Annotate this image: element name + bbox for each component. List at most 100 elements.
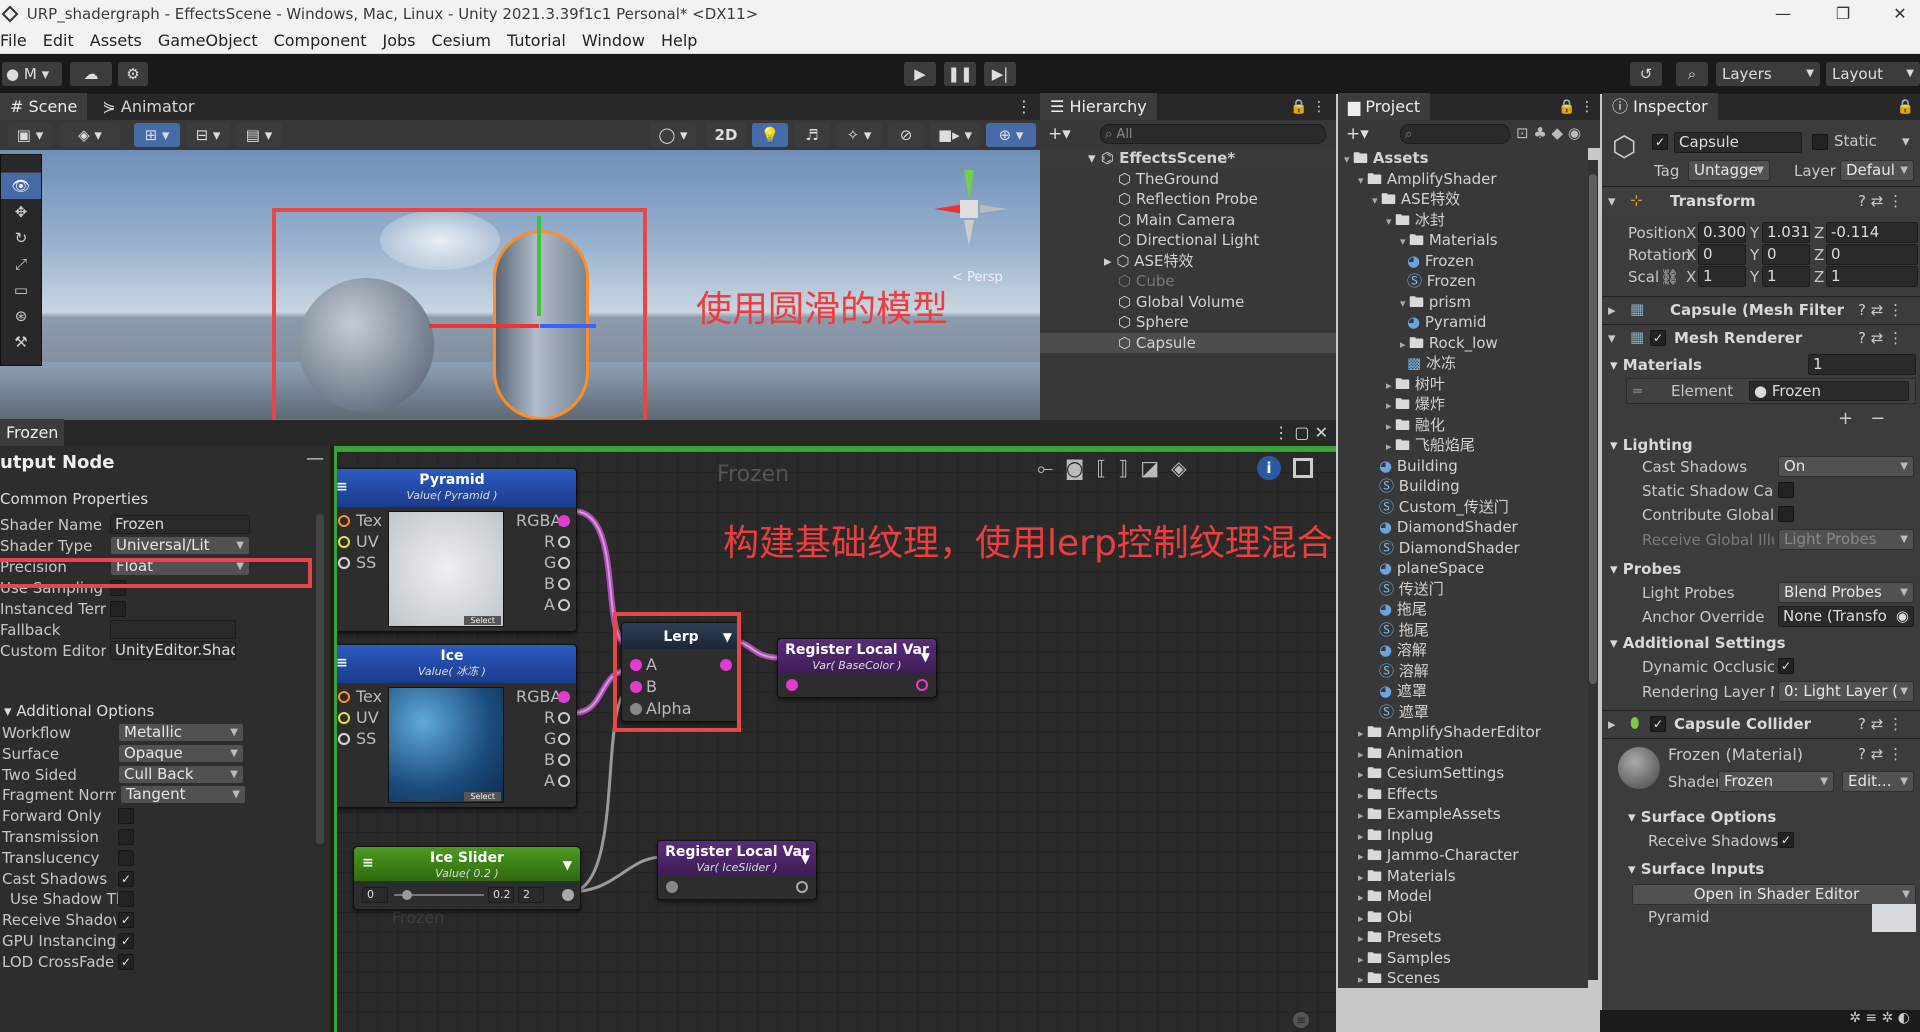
project-item[interactable]: ▸ 🖿 Animation <box>1338 743 1588 764</box>
ase-prop-value[interactable]: Universal/Lit <box>110 536 250 555</box>
menu-file[interactable]: File <box>0 31 35 50</box>
slider-value-field[interactable]: 0.2 <box>488 887 514 903</box>
hierarchy-add-icon[interactable]: +▾ <box>1048 124 1071 144</box>
select-texture-button[interactable]: Select <box>464 616 501 625</box>
project-item[interactable]: ◕ Frozen <box>1338 251 1588 272</box>
rotation-y-field[interactable]: 0 <box>1762 244 1810 265</box>
materials-foldout[interactable]: ▾ Materials <box>1610 356 1702 374</box>
anchor-override-field[interactable]: None (Transfo ◉ <box>1778 606 1914 627</box>
move-tool-icon[interactable]: ✥ <box>1 199 41 225</box>
project-item[interactable]: ▸ 🖿 Presets <box>1338 927 1588 948</box>
ase-option-value[interactable]: Metallic <box>118 723 244 742</box>
ase-option-value[interactable]: ✓ <box>118 933 134 949</box>
materials-count-field[interactable]: 1 <box>1808 354 1916 375</box>
project-item[interactable]: Ⓢ 遮罩 <box>1338 702 1588 723</box>
project-item[interactable]: Ⓢ DiamondShader <box>1338 538 1588 559</box>
persp-label[interactable]: < Persp <box>952 270 1003 285</box>
step-button[interactable]: ▶| <box>984 62 1016 86</box>
r-output-port[interactable] <box>558 712 570 724</box>
static-shadow-checkbox[interactable] <box>1778 482 1794 498</box>
camera-dropdown-icon[interactable]: ■▸ ▾ <box>930 123 980 147</box>
tab-inspector[interactable]: ⓘ Inspector <box>1602 93 1718 120</box>
ase-option-value[interactable] <box>118 849 134 866</box>
scale-y-field[interactable]: 1 <box>1762 266 1810 287</box>
lighting-foldout[interactable]: ▾ Lighting <box>1610 436 1693 454</box>
hierarchy-item-theground[interactable]: ⬡ TheGround <box>1040 169 1336 190</box>
menu-help[interactable]: Help <box>653 31 705 50</box>
node-menu-icon[interactable]: ≡ <box>337 655 348 671</box>
register-basecolor-header[interactable]: Register Local Var Var( BaseColor ) ▼ <box>778 639 936 673</box>
ase-option-value[interactable] <box>118 808 134 825</box>
project-item[interactable]: ▸ 🖿 Materials <box>1338 866 1588 887</box>
rgba-output-port[interactable] <box>558 515 570 527</box>
static-dropdown-icon[interactable]: ▾ <box>1902 132 1910 150</box>
ice-slider-header[interactable]: ≡ Ice Slider Value( 0.2 ) ▼ <box>354 847 580 881</box>
project-item[interactable]: ▾ 🖿 冰封 <box>1338 210 1588 231</box>
rotate-tool-icon[interactable]: ↻ <box>1 225 41 251</box>
mesh-renderer-header[interactable]: ▾ ▦ ✓ Mesh Renderer ? ⇄ ⋮ <box>1602 324 1920 350</box>
menu-window[interactable]: Window <box>574 31 653 50</box>
mesh-renderer-checkbox[interactable]: ✓ <box>1650 330 1666 346</box>
view-tool-icon[interactable]: 👁 <box>1 173 41 199</box>
fold-arrow-icon[interactable]: ▸ <box>1400 338 1409 351</box>
project-item[interactable]: ▸ 🖿 Obi <box>1338 907 1588 928</box>
account-dropdown[interactable]: ● M ▾ <box>2 62 62 86</box>
project-item[interactable]: ▾ 🖿 Assets <box>1338 148 1588 169</box>
dynamic-occlusion-checkbox[interactable]: ✓ <box>1778 658 1794 674</box>
pyramid-node-header[interactable]: ≡ Pyramid Value( Pyramid ) <box>337 469 576 507</box>
project-item[interactable]: Ⓢ Frozen <box>1338 271 1588 292</box>
menu-gameobject[interactable]: GameObject <box>150 31 266 50</box>
fold-arrow-icon[interactable]: ▸ <box>1358 871 1367 884</box>
additional-options-header[interactable]: ▾ Additional Options <box>4 702 154 720</box>
ase-option-value[interactable]: Opaque <box>118 743 244 763</box>
menu-cesium[interactable]: Cesium <box>423 31 499 50</box>
fold-arrow-icon[interactable]: ▸ <box>1358 748 1367 761</box>
position-x-field[interactable]: 0.300 <box>1698 222 1746 243</box>
receive-shadows-checkbox[interactable]: ✓ <box>1778 832 1794 848</box>
hierarchy-search-input[interactable]: ⌕ All <box>1100 124 1326 144</box>
ase-option-value[interactable] <box>118 891 134 908</box>
hierarchy-item-capsule[interactable]: ⬡ Capsule <box>1040 332 1336 353</box>
ice-slider-node[interactable]: ≡ Ice Slider Value( 0.2 ) ▼ 0 0.2 2 <box>353 846 581 910</box>
ice-slider-output-port[interactable] <box>562 889 574 901</box>
hierarchy-item-directional-light[interactable]: ⬡ Directional Light <box>1040 230 1336 251</box>
fold-arrow-icon[interactable]: ▸ <box>1358 973 1367 986</box>
lighting-toggle-icon[interactable]: 💡 <box>752 123 788 147</box>
static-checkbox[interactable] <box>1812 134 1828 150</box>
project-item[interactable]: ▸ 🖿 树叶 <box>1338 374 1588 395</box>
material-menu-icons[interactable]: ? ⇄ ⋮ <box>1858 745 1903 763</box>
layer-dropdown[interactable]: Defaul <box>1840 160 1914 181</box>
project-item[interactable]: Ⓢ 拖尾 <box>1338 620 1588 641</box>
a-output-port[interactable] <box>558 775 570 787</box>
fold-arrow-icon[interactable]: ▸ <box>1386 379 1395 392</box>
project-item[interactable]: ◕ 拖尾 <box>1338 599 1588 620</box>
fold-arrow-icon[interactable]: ▾ <box>1400 297 1409 310</box>
fold-arrow-icon[interactable]: ▸ <box>1358 850 1367 863</box>
fold-arrow-icon[interactable]: ▸ <box>1358 768 1367 781</box>
ice-node-header[interactable]: ≡ Ice Value( 冰冻 ) <box>337 645 576 683</box>
draw-mode-dropdown[interactable]: ▣ ▾ <box>8 123 52 147</box>
object-name-field[interactable]: Capsule <box>1674 132 1802 153</box>
project-item[interactable]: ▾ 🖿 ASE特效 <box>1338 189 1588 210</box>
fold-arrow-icon[interactable]: ▸ <box>1358 809 1367 822</box>
cloud-icon[interactable]: ☁ <box>70 62 112 86</box>
custom-tool-icon[interactable]: ⚒ <box>1 329 41 355</box>
tab-project[interactable]: ▆ Project <box>1338 93 1431 120</box>
transform-header[interactable]: ▾ ⊹ Transform ? ⇄ ⋮ <box>1602 186 1920 214</box>
uv-input-port[interactable] <box>338 536 350 548</box>
capsule-collider-checkbox[interactable]: ✓ <box>1650 716 1666 732</box>
receive-gi-dropdown[interactable]: Light Probes <box>1778 529 1914 550</box>
component-menu-icons[interactable]: ? ⇄ ⋮ <box>1858 301 1903 319</box>
r-output-port[interactable] <box>558 536 570 548</box>
project-filter-icons[interactable]: ⊡ ♣ ◆ ◉ <box>1516 124 1581 142</box>
register-basecolor-output-port[interactable] <box>916 679 928 691</box>
fold-arrow-icon[interactable]: ▾ <box>1400 235 1409 248</box>
menu-component[interactable]: Component <box>266 31 375 50</box>
rgba-output-port[interactable] <box>558 691 570 703</box>
history-icon[interactable]: ↺ <box>1630 62 1662 86</box>
fold-arrow-icon[interactable]: ▾ <box>1344 153 1353 166</box>
ase-option-value[interactable]: ✓ <box>118 870 134 887</box>
ase-prop-value[interactable] <box>110 620 236 639</box>
project-item[interactable]: ▾ 🖿 prism <box>1338 292 1588 313</box>
project-item[interactable]: Ⓢ Building <box>1338 476 1588 497</box>
